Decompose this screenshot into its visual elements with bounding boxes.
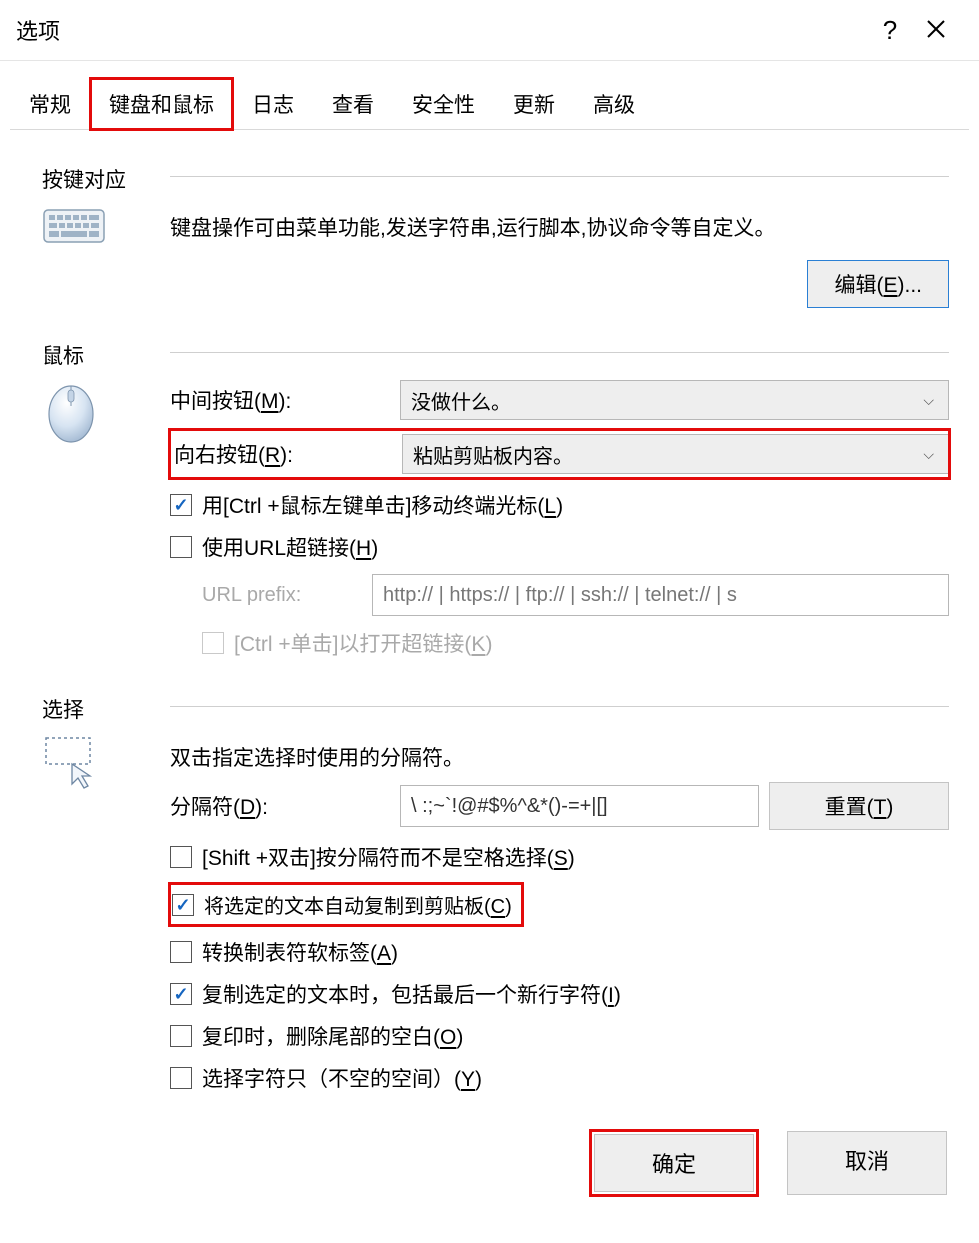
ctrl-click-move-row: 用[Ctrl +鼠标左键单击]移动终端光标(L) — [170, 490, 949, 520]
convert-tab-label: 转换制表符软标签(A) — [202, 937, 398, 967]
shift-dblclick-row: [Shift +双击]按分隔符而不是空格选择(S) — [170, 842, 949, 872]
close-button[interactable] — [913, 15, 959, 46]
selection-icon — [42, 724, 162, 1105]
include-newline-checkbox[interactable] — [170, 983, 192, 1005]
tab-advanced[interactable]: 高级 — [574, 78, 654, 130]
section-keymap: 按键对应 键盘操作可由菜单功能,发送字符串,运行脚本,协议命令等自定义。 编辑(… — [42, 164, 949, 316]
trim-trailing-row: 复印时，删除尾部的空白(O) — [170, 1021, 949, 1051]
section-mouse-divider — [170, 352, 949, 370]
section-keymap-divider — [170, 176, 949, 194]
ok-button[interactable]: 确定 — [594, 1134, 754, 1192]
select-desc: 双击指定选择时使用的分隔符。 — [170, 742, 949, 772]
delimiter-row: 分隔符(D): \ :;~`!@#$%^&*()-=+|[] 重置(T) — [170, 782, 949, 830]
ok-button-highlight: 确定 — [591, 1131, 757, 1195]
middle-button-value: 没做什么。 — [411, 386, 917, 415]
url-prefix-label: URL prefix: — [202, 584, 362, 607]
auto-copy-checkbox[interactable] — [172, 894, 194, 916]
cancel-button[interactable]: 取消 — [787, 1131, 947, 1195]
shift-dblclick-label: [Shift +双击]按分隔符而不是空格选择(S) — [202, 842, 575, 872]
auto-copy-highlight: 将选定的文本自动复制到剪贴板(C) — [170, 884, 522, 925]
include-newline-row: 复制选定的文本时，包括最后一个新行字符(I) — [170, 979, 949, 1009]
section-select-divider — [170, 706, 949, 724]
section-mouse: 鼠标 中间按钮(M): 没做什么。 — [42, 340, 949, 670]
middle-button-select[interactable]: 没做什么。 ⌵ — [400, 380, 949, 420]
tab-log[interactable]: 日志 — [233, 78, 313, 130]
use-url-link-checkbox[interactable] — [170, 536, 192, 558]
middle-button-label: 中间按钮(M): — [170, 385, 390, 415]
right-button-value: 粘贴剪贴板内容。 — [413, 440, 917, 469]
chevron-down-icon: ⌵ — [917, 446, 940, 463]
right-button-label: 向右按钮(R): — [172, 439, 392, 469]
tab-security[interactable]: 安全性 — [393, 78, 494, 130]
tab-general[interactable]: 常规 — [10, 78, 90, 130]
section-select-heading: 选择 — [42, 694, 162, 724]
ctrl-click-move-checkbox[interactable] — [170, 494, 192, 516]
section-select: 选择 双击指定选择时使用的分隔符。 分隔符(D): \ :;~`!@#$%^&*… — [42, 694, 949, 1105]
ctrl-click-open-checkbox — [202, 632, 224, 654]
dialog-footer: 确定 取消 — [0, 1115, 979, 1223]
url-prefix-value: http:// | https:// | ftp:// | ssh:// | t… — [383, 584, 737, 607]
include-newline-label: 复制选定的文本时，包括最后一个新行字符(I) — [202, 979, 621, 1009]
delimiter-input[interactable]: \ :;~`!@#$%^&*()-=+|[] — [400, 785, 759, 827]
convert-tab-checkbox[interactable] — [170, 941, 192, 963]
tab-content: 按键对应 键盘操作可由菜单功能,发送字符串,运行脚本,协议命令等自定义。 编辑(… — [0, 130, 979, 1115]
keymap-desc: 键盘操作可由菜单功能,发送字符串,运行脚本,协议命令等自定义。 — [170, 212, 949, 242]
use-url-link-label: 使用URL超链接(H) — [202, 532, 378, 562]
close-icon — [926, 19, 946, 39]
middle-button-row: 中间按钮(M): 没做什么。 ⌵ — [170, 380, 949, 420]
tab-keyboard-mouse[interactable]: 键盘和鼠标 — [90, 78, 233, 130]
help-button[interactable]: ? — [867, 15, 913, 46]
titlebar: 选项 ? — [0, 0, 979, 61]
tab-view[interactable]: 查看 — [313, 78, 393, 130]
url-prefix-input[interactable]: http:// | https:// | ftp:// | ssh:// | t… — [372, 574, 949, 616]
window-title: 选项 — [16, 14, 867, 46]
keyboard-icon — [42, 194, 162, 316]
right-button-row: 向右按钮(R): 粘贴剪贴板内容。 ⌵ — [170, 430, 949, 478]
auto-copy-label: 将选定的文本自动复制到剪贴板(C) — [204, 890, 512, 919]
use-url-link-row: 使用URL超链接(H) — [170, 532, 949, 562]
nonblank-only-row: 选择字符只（不空的空间）(Y) — [170, 1063, 949, 1093]
convert-tab-row: 转换制表符软标签(A) — [170, 937, 949, 967]
section-mouse-heading: 鼠标 — [42, 340, 162, 370]
nonblank-only-label: 选择字符只（不空的空间）(Y) — [202, 1063, 482, 1093]
delimiter-value: \ :;~`!@#$%^&*()-=+|[] — [411, 795, 608, 818]
tab-update[interactable]: 更新 — [494, 78, 574, 130]
right-button-select[interactable]: 粘贴剪贴板内容。 ⌵ — [402, 434, 949, 474]
ctrl-click-open-row: [Ctrl +单击]以打开超链接(K) — [202, 628, 949, 658]
reset-delimiter-button[interactable]: 重置(T) — [769, 782, 949, 830]
nonblank-only-checkbox[interactable] — [170, 1067, 192, 1089]
url-prefix-row: URL prefix: http:// | https:// | ftp:// … — [202, 574, 949, 616]
delimiter-label: 分隔符(D): — [170, 791, 390, 821]
ctrl-click-open-label: [Ctrl +单击]以打开超链接(K) — [234, 628, 492, 658]
mouse-icon — [42, 370, 162, 670]
tab-bar: 常规 键盘和鼠标 日志 查看 安全性 更新 高级 — [10, 77, 969, 130]
ctrl-click-move-label: 用[Ctrl +鼠标左键单击]移动终端光标(L) — [202, 490, 563, 520]
section-keymap-heading: 按键对应 — [42, 164, 162, 194]
chevron-down-icon: ⌵ — [917, 392, 940, 409]
shift-dblclick-checkbox[interactable] — [170, 846, 192, 868]
trim-trailing-label: 复印时，删除尾部的空白(O) — [202, 1021, 463, 1051]
trim-trailing-checkbox[interactable] — [170, 1025, 192, 1047]
edit-keymap-button[interactable]: 编辑(E)... — [807, 260, 949, 308]
